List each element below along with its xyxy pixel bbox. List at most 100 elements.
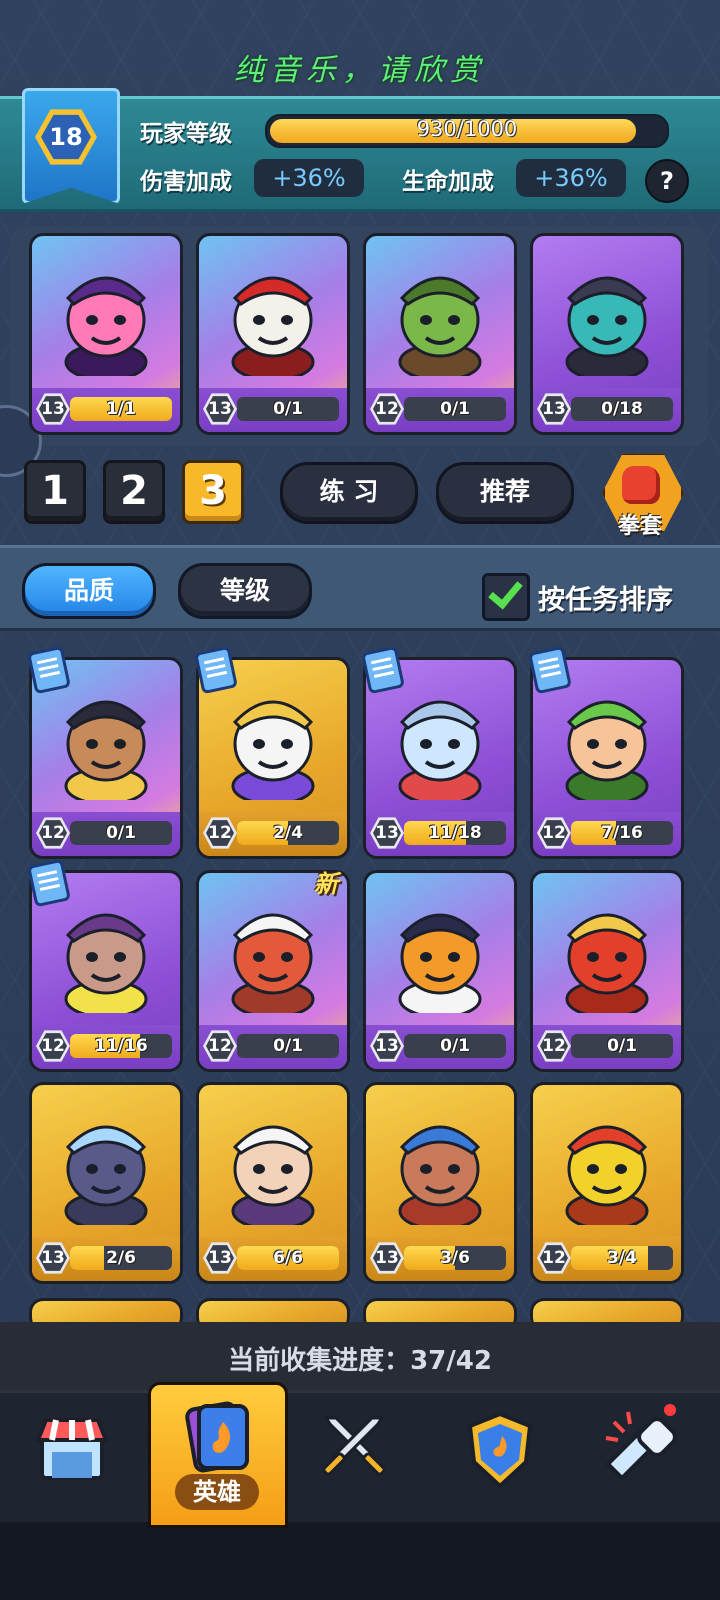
card-level: 12 bbox=[39, 1033, 67, 1059]
orc-hero-icon bbox=[386, 258, 494, 382]
deck-hero-card[interactable]: 13 0/18 bbox=[530, 233, 684, 435]
card-progress-text: 0/1 bbox=[440, 1036, 470, 1056]
filter-tab-level[interactable]: 等级 bbox=[178, 563, 312, 619]
deck-hero-card[interactable]: 13 1/1 bbox=[29, 233, 183, 435]
yeti-hero-icon bbox=[386, 682, 494, 806]
card-level: 12 bbox=[206, 820, 234, 846]
deck-slot-3[interactable]: 3 bbox=[182, 460, 244, 524]
new-badge: 新 bbox=[314, 870, 338, 898]
player-level-label: 玩家等级 bbox=[140, 121, 232, 147]
dryad-hero-icon bbox=[553, 682, 661, 806]
card-progress-bar: 6/6 bbox=[237, 1246, 339, 1270]
hero-card[interactable]: 13 0/1 bbox=[363, 870, 517, 1072]
rooster-boxer-hero-icon bbox=[553, 1107, 661, 1231]
deck-slot-1[interactable]: 1 bbox=[24, 460, 86, 524]
card-progress-text: 1/1 bbox=[106, 399, 136, 419]
card-progress-bar: 1/1 bbox=[70, 397, 172, 421]
card-level: 13 bbox=[373, 1245, 401, 1271]
card-level: 12 bbox=[39, 820, 67, 846]
card-progress-bar: 2/4 bbox=[237, 821, 339, 845]
card-progress-text: 6/6 bbox=[273, 1248, 303, 1268]
xp-text: 930/1000 bbox=[416, 117, 518, 141]
card-level: 13 bbox=[373, 820, 401, 846]
tribal-archer-hero-icon bbox=[386, 1107, 494, 1231]
hero-card[interactable]: 12 3/4 bbox=[530, 1082, 684, 1284]
shop-icon bbox=[35, 1418, 109, 1480]
pumpkin-hero-icon bbox=[386, 895, 494, 1019]
card-progress-text: 0/1 bbox=[440, 399, 470, 419]
card-progress-text: 3/4 bbox=[607, 1248, 637, 1268]
bottom-nav-footer bbox=[0, 1522, 720, 1600]
fist-punch-icon bbox=[605, 1404, 677, 1481]
card-progress-bar: 0/1 bbox=[571, 1034, 673, 1058]
card-level: 12 bbox=[540, 1245, 568, 1271]
card-level: 13 bbox=[540, 396, 568, 422]
card-progress-text: 2/6 bbox=[106, 1248, 136, 1268]
card-progress-bar: 11/18 bbox=[404, 821, 506, 845]
hero-card[interactable]: 13 3/6 bbox=[363, 1082, 517, 1284]
card-progress-bar: 11/16 bbox=[70, 1034, 172, 1058]
nav-shop[interactable] bbox=[32, 1408, 112, 1488]
card-progress-bar: 0/1 bbox=[404, 397, 506, 421]
health-bonus-value: +36% bbox=[516, 159, 626, 197]
old-sage-hero-icon bbox=[219, 1107, 327, 1231]
deck-slot-2[interactable]: 2 bbox=[103, 460, 165, 524]
card-level: 13 bbox=[206, 396, 234, 422]
card-progress-bar: 0/1 bbox=[237, 397, 339, 421]
pirate-hero-icon bbox=[52, 682, 160, 806]
storm-golem-hero-icon bbox=[52, 1107, 160, 1231]
card-level: 13 bbox=[373, 1033, 401, 1059]
nav-battle[interactable] bbox=[312, 1408, 396, 1492]
damage-bonus-label: 伤害加成 bbox=[140, 169, 232, 195]
deck-hero-card[interactable]: 13 0/1 bbox=[196, 233, 350, 435]
glove-label: 拳套 bbox=[617, 514, 662, 539]
card-progress-bar: 0/1 bbox=[237, 1034, 339, 1058]
card-progress-bar: 3/4 bbox=[571, 1246, 673, 1270]
gorilla-hero-icon bbox=[52, 895, 160, 1019]
card-progress-bar: 7/16 bbox=[571, 821, 673, 845]
hero-card[interactable]: 13 2/6 bbox=[29, 1082, 183, 1284]
card-level: 12 bbox=[540, 820, 568, 846]
filter-tab-quality[interactable]: 品质 bbox=[22, 563, 156, 619]
nav-clan[interactable] bbox=[462, 1408, 538, 1492]
card-progress-text: 0/1 bbox=[607, 1036, 637, 1056]
nav-events[interactable] bbox=[598, 1404, 686, 1492]
sort-by-task-checkbox[interactable] bbox=[482, 573, 530, 621]
collection-progress: 当前收集进度：37/42 bbox=[228, 1346, 492, 1376]
card-progress-text: 0/1 bbox=[273, 399, 303, 419]
cat-priest-hero-icon bbox=[219, 682, 327, 806]
recommend-button[interactable]: 推荐 bbox=[436, 462, 574, 524]
frankenstein-hero-icon bbox=[553, 258, 661, 382]
card-level: 13 bbox=[39, 1245, 67, 1271]
damage-bonus-value: +36% bbox=[254, 159, 364, 197]
boxing-glove-icon bbox=[622, 466, 660, 504]
nav-heroes-label: 英雄 bbox=[175, 1474, 259, 1510]
card-progress-text: 11/18 bbox=[428, 823, 482, 843]
card-progress-bar: 0/18 bbox=[571, 397, 673, 421]
sort-by-task-label: 按任务排序 bbox=[538, 585, 673, 616]
card-level: 13 bbox=[39, 396, 67, 422]
card-level: 13 bbox=[206, 1245, 234, 1271]
card-progress-text: 0/1 bbox=[273, 1036, 303, 1056]
phoenix-hero-icon bbox=[553, 895, 661, 1019]
hero-cards-icon bbox=[185, 1401, 249, 1473]
hero-card[interactable]: 12 0/1 bbox=[196, 870, 350, 1072]
practice-button[interactable]: 练 习 bbox=[280, 462, 418, 524]
health-bonus-label: 生命加成 bbox=[402, 169, 494, 195]
card-progress-text: 3/6 bbox=[440, 1248, 470, 1268]
card-progress-bar: 0/1 bbox=[70, 821, 172, 845]
xp-bar: 930/1000 bbox=[265, 114, 669, 148]
card-progress-bar: 0/1 bbox=[404, 1034, 506, 1058]
card-progress-text: 0/1 bbox=[106, 823, 136, 843]
card-level: 12 bbox=[373, 396, 401, 422]
nav-heroes[interactable] bbox=[175, 1400, 259, 1476]
dragon-chef-hero-icon bbox=[219, 895, 327, 1019]
hero-card[interactable]: 13 6/6 bbox=[196, 1082, 350, 1284]
witch-hero-icon bbox=[52, 258, 160, 382]
crossed-swords-icon bbox=[322, 1416, 386, 1476]
help-button[interactable]: ? bbox=[645, 159, 689, 203]
deck-hero-card[interactable]: 12 0/1 bbox=[363, 233, 517, 435]
hero-card[interactable]: 12 0/1 bbox=[530, 870, 684, 1072]
card-progress-text: 11/16 bbox=[94, 1036, 148, 1056]
card-level: 12 bbox=[206, 1033, 234, 1059]
